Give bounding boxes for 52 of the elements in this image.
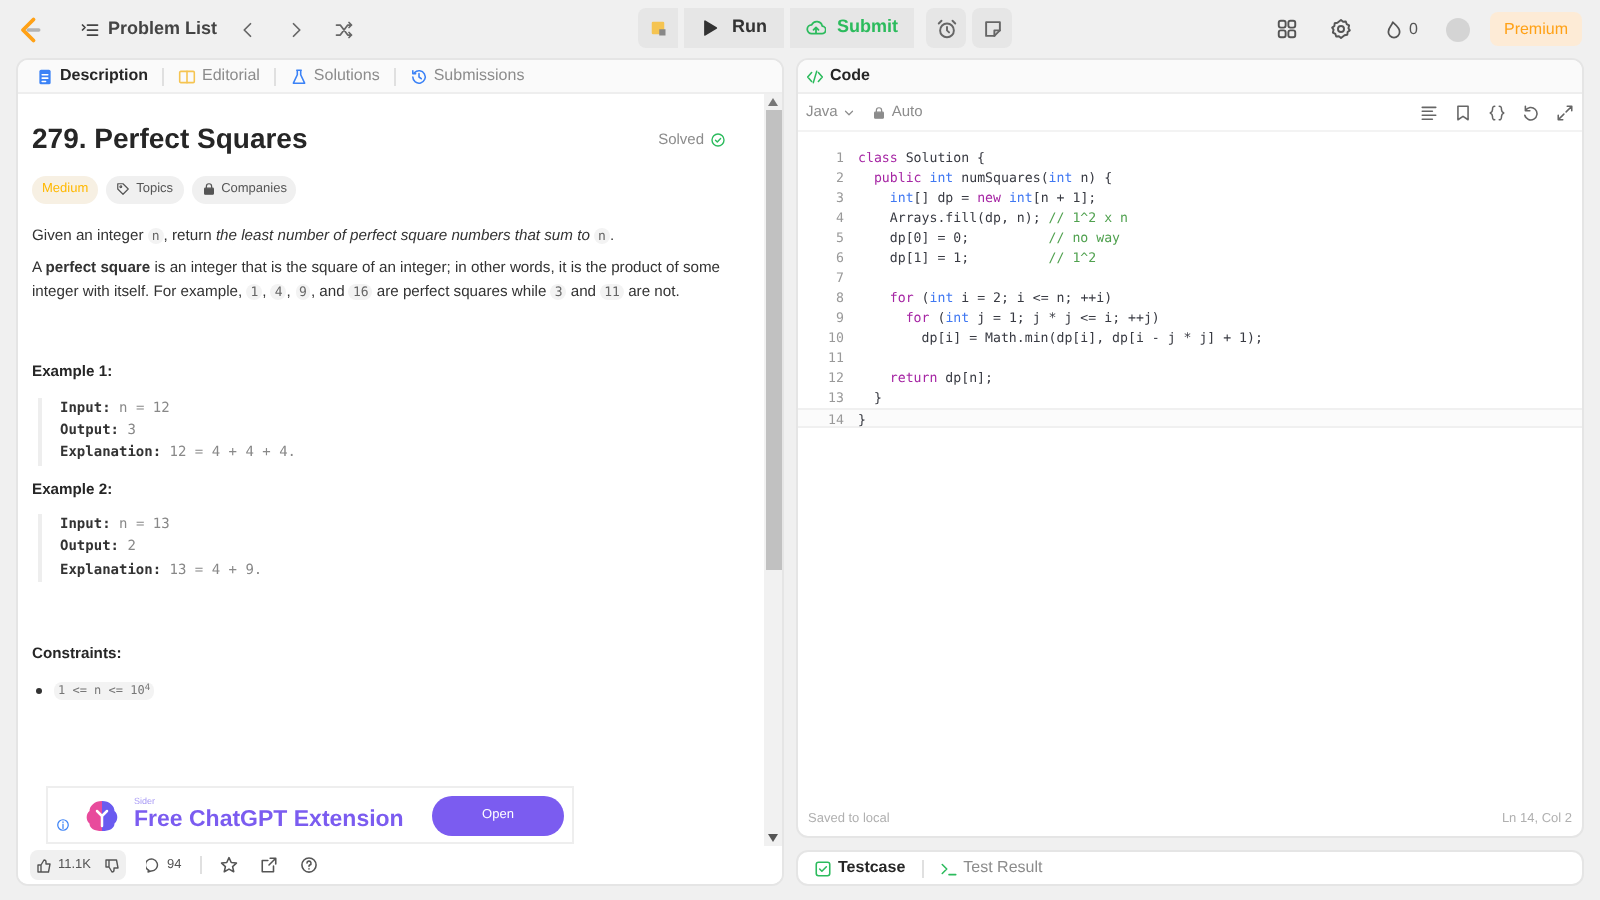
scroll-down-icon[interactable] [768, 834, 778, 842]
settings-icon[interactable] [1329, 18, 1352, 40]
alarm-clock-button[interactable] [926, 8, 966, 48]
panel-tab[interactable]: Submissions [407, 64, 527, 88]
bookmark-icon[interactable] [1454, 103, 1472, 121]
problem-title: 279. Perfect Squares [32, 120, 308, 158]
tag-icon [116, 182, 131, 197]
scrollbar[interactable] [764, 94, 782, 846]
ad-headline: Free ChatGPT Extension [134, 809, 404, 832]
solutions-icon [289, 67, 308, 85]
checkbox-icon [814, 859, 832, 877]
cloud-upload-icon [805, 18, 825, 38]
terminal-icon [939, 859, 958, 877]
run-button[interactable]: Run [684, 8, 783, 48]
brain-icon [82, 795, 122, 835]
submissions-icon [409, 67, 428, 85]
list-icon [80, 19, 100, 39]
description-icon [36, 67, 54, 85]
speech-bubble-icon [145, 857, 162, 873]
braces-icon[interactable] [1488, 103, 1506, 121]
alarm-clock-icon [935, 17, 957, 39]
panel-tab[interactable]: Test Result [939, 856, 1043, 880]
panel-tab[interactable]: Description [34, 64, 151, 88]
thumbs-up-icon [36, 857, 52, 873]
problem-list-button[interactable]: Problem List [72, 15, 226, 43]
chevron-down-icon [841, 105, 856, 119]
check-circle-icon [710, 131, 726, 147]
note-icon [981, 17, 1003, 39]
streak-count: 0 [1409, 17, 1418, 41]
scroll-up-icon[interactable] [768, 98, 778, 106]
code-icon [806, 67, 824, 85]
share-icon[interactable] [259, 856, 278, 874]
logo-icon [16, 15, 44, 43]
shuffle-icon[interactable] [333, 19, 354, 39]
info-icon [56, 818, 70, 832]
thumbs-down-icon[interactable] [103, 857, 120, 873]
editorial-icon [178, 67, 197, 85]
help-icon[interactable] [299, 856, 318, 874]
star-icon[interactable] [219, 856, 238, 874]
expand-icon[interactable] [1556, 103, 1574, 121]
code-tab[interactable]: Code [806, 64, 870, 88]
play-icon [700, 18, 720, 38]
reset-icon[interactable] [1522, 103, 1540, 121]
grid-icon[interactable] [1275, 18, 1298, 40]
lock-icon [871, 105, 886, 119]
debug-icon [648, 18, 668, 38]
panel-tab[interactable]: Solutions [287, 64, 382, 88]
format-icon[interactable] [1420, 103, 1438, 121]
bullet-icon [36, 688, 42, 695]
panel-tab[interactable]: Testcase [814, 856, 906, 880]
lock-icon [201, 182, 216, 197]
note-button[interactable] [972, 8, 1012, 48]
